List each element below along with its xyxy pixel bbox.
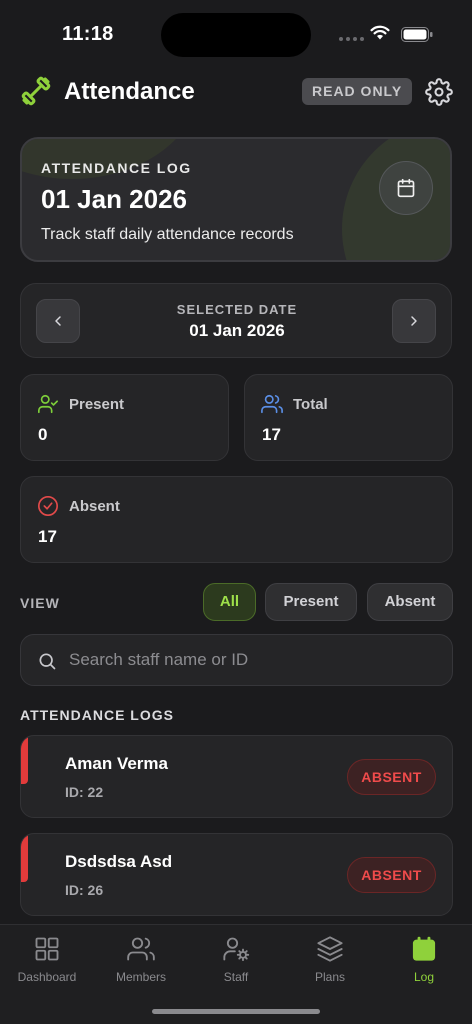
staff-name: Dsdsdsa Asd — [65, 852, 173, 871]
status-accent-bar — [21, 736, 28, 784]
absent-stat-card: Absent 17 — [20, 476, 453, 563]
tab-staff[interactable]: Staff — [189, 933, 283, 984]
dynamic-island — [161, 13, 311, 57]
status-badge: ABSENT — [347, 857, 436, 893]
staff-id: ID: 22 — [65, 784, 104, 800]
wifi-icon — [370, 25, 390, 40]
tab-log[interactable]: Log — [377, 933, 471, 984]
total-label: Total — [293, 396, 328, 413]
home-indicator[interactable] — [152, 1009, 320, 1014]
next-date-button[interactable] — [392, 299, 436, 343]
present-stat-card: Present 0 — [20, 374, 229, 461]
attendance-logs-heading: ATTENDANCE LOGS — [20, 707, 174, 723]
filter-absent-chip[interactable]: Absent — [367, 583, 453, 621]
read-only-badge: READ ONLY — [302, 78, 413, 105]
log-item[interactable]: Aman Verma ID: 22 ABSENT — [20, 735, 453, 818]
staff-name: Aman Verma — [65, 754, 168, 773]
filter-all-chip[interactable]: All — [203, 583, 256, 621]
tab-label: Staff — [223, 970, 249, 984]
present-label: Present — [69, 396, 125, 413]
search-bar — [20, 634, 453, 686]
hero-label: ATTENDANCE LOG — [41, 160, 192, 176]
search-input[interactable] — [69, 635, 439, 685]
status-bar: 11:18 — [0, 0, 472, 70]
total-stat-card: Total 17 — [244, 374, 453, 461]
present-count: 0 — [38, 425, 48, 444]
app-header: Attendance READ ONLY — [20, 72, 453, 112]
selected-date-label: SELECTED DATE — [176, 302, 298, 317]
user-gear-icon — [223, 937, 250, 962]
page-title: Attendance — [64, 78, 195, 105]
absent-label: Absent — [69, 498, 120, 515]
filter-present-chip[interactable]: Present — [265, 583, 357, 621]
tab-plans[interactable]: Plans — [283, 933, 377, 984]
tab-label: Plans — [314, 970, 346, 984]
layers-icon — [317, 936, 343, 962]
log-item[interactable]: Dsdsdsa Asd ID: 26 ABSENT — [20, 833, 453, 916]
tab-dashboard[interactable]: Dashboard — [0, 933, 94, 984]
users-icon — [127, 937, 155, 961]
tab-label: Members — [115, 970, 166, 984]
grid-icon — [35, 937, 59, 961]
status-badge: ABSENT — [347, 759, 436, 795]
battery-icon — [401, 27, 433, 42]
date-selector: SELECTED DATE 01 Jan 2026 — [20, 283, 452, 358]
status-accent-bar — [21, 834, 28, 882]
hero-date: 01 Jan 2026 — [41, 184, 188, 214]
search-icon — [39, 653, 56, 670]
status-time: 11:18 — [62, 23, 114, 45]
chevron-right-icon — [411, 316, 417, 326]
selected-date-value: 01 Jan 2026 — [189, 321, 285, 340]
attendance-log-hero-card: ATTENDANCE LOG 01 Jan 2026 Track staff d… — [20, 137, 452, 262]
users-icon — [261, 394, 283, 414]
calendar-button[interactable] — [379, 161, 433, 215]
total-count: 17 — [262, 425, 281, 444]
tab-label: Log — [413, 970, 435, 984]
hero-subtitle: Track staff daily attendance records — [41, 226, 294, 243]
calendar-icon — [397, 178, 415, 198]
absent-count: 17 — [38, 527, 57, 546]
tab-members[interactable]: Members — [94, 933, 188, 984]
user-check-icon — [38, 394, 58, 414]
signal-icon — [339, 37, 364, 41]
dumbbell-icon — [21, 76, 51, 106]
staff-id: ID: 26 — [65, 882, 104, 898]
view-label: VIEW — [20, 595, 60, 611]
gear-icon[interactable] — [425, 78, 453, 106]
calendar-filled-icon — [412, 936, 436, 961]
tab-label: Dashboard — [17, 970, 77, 984]
circle-check-icon — [38, 496, 58, 516]
